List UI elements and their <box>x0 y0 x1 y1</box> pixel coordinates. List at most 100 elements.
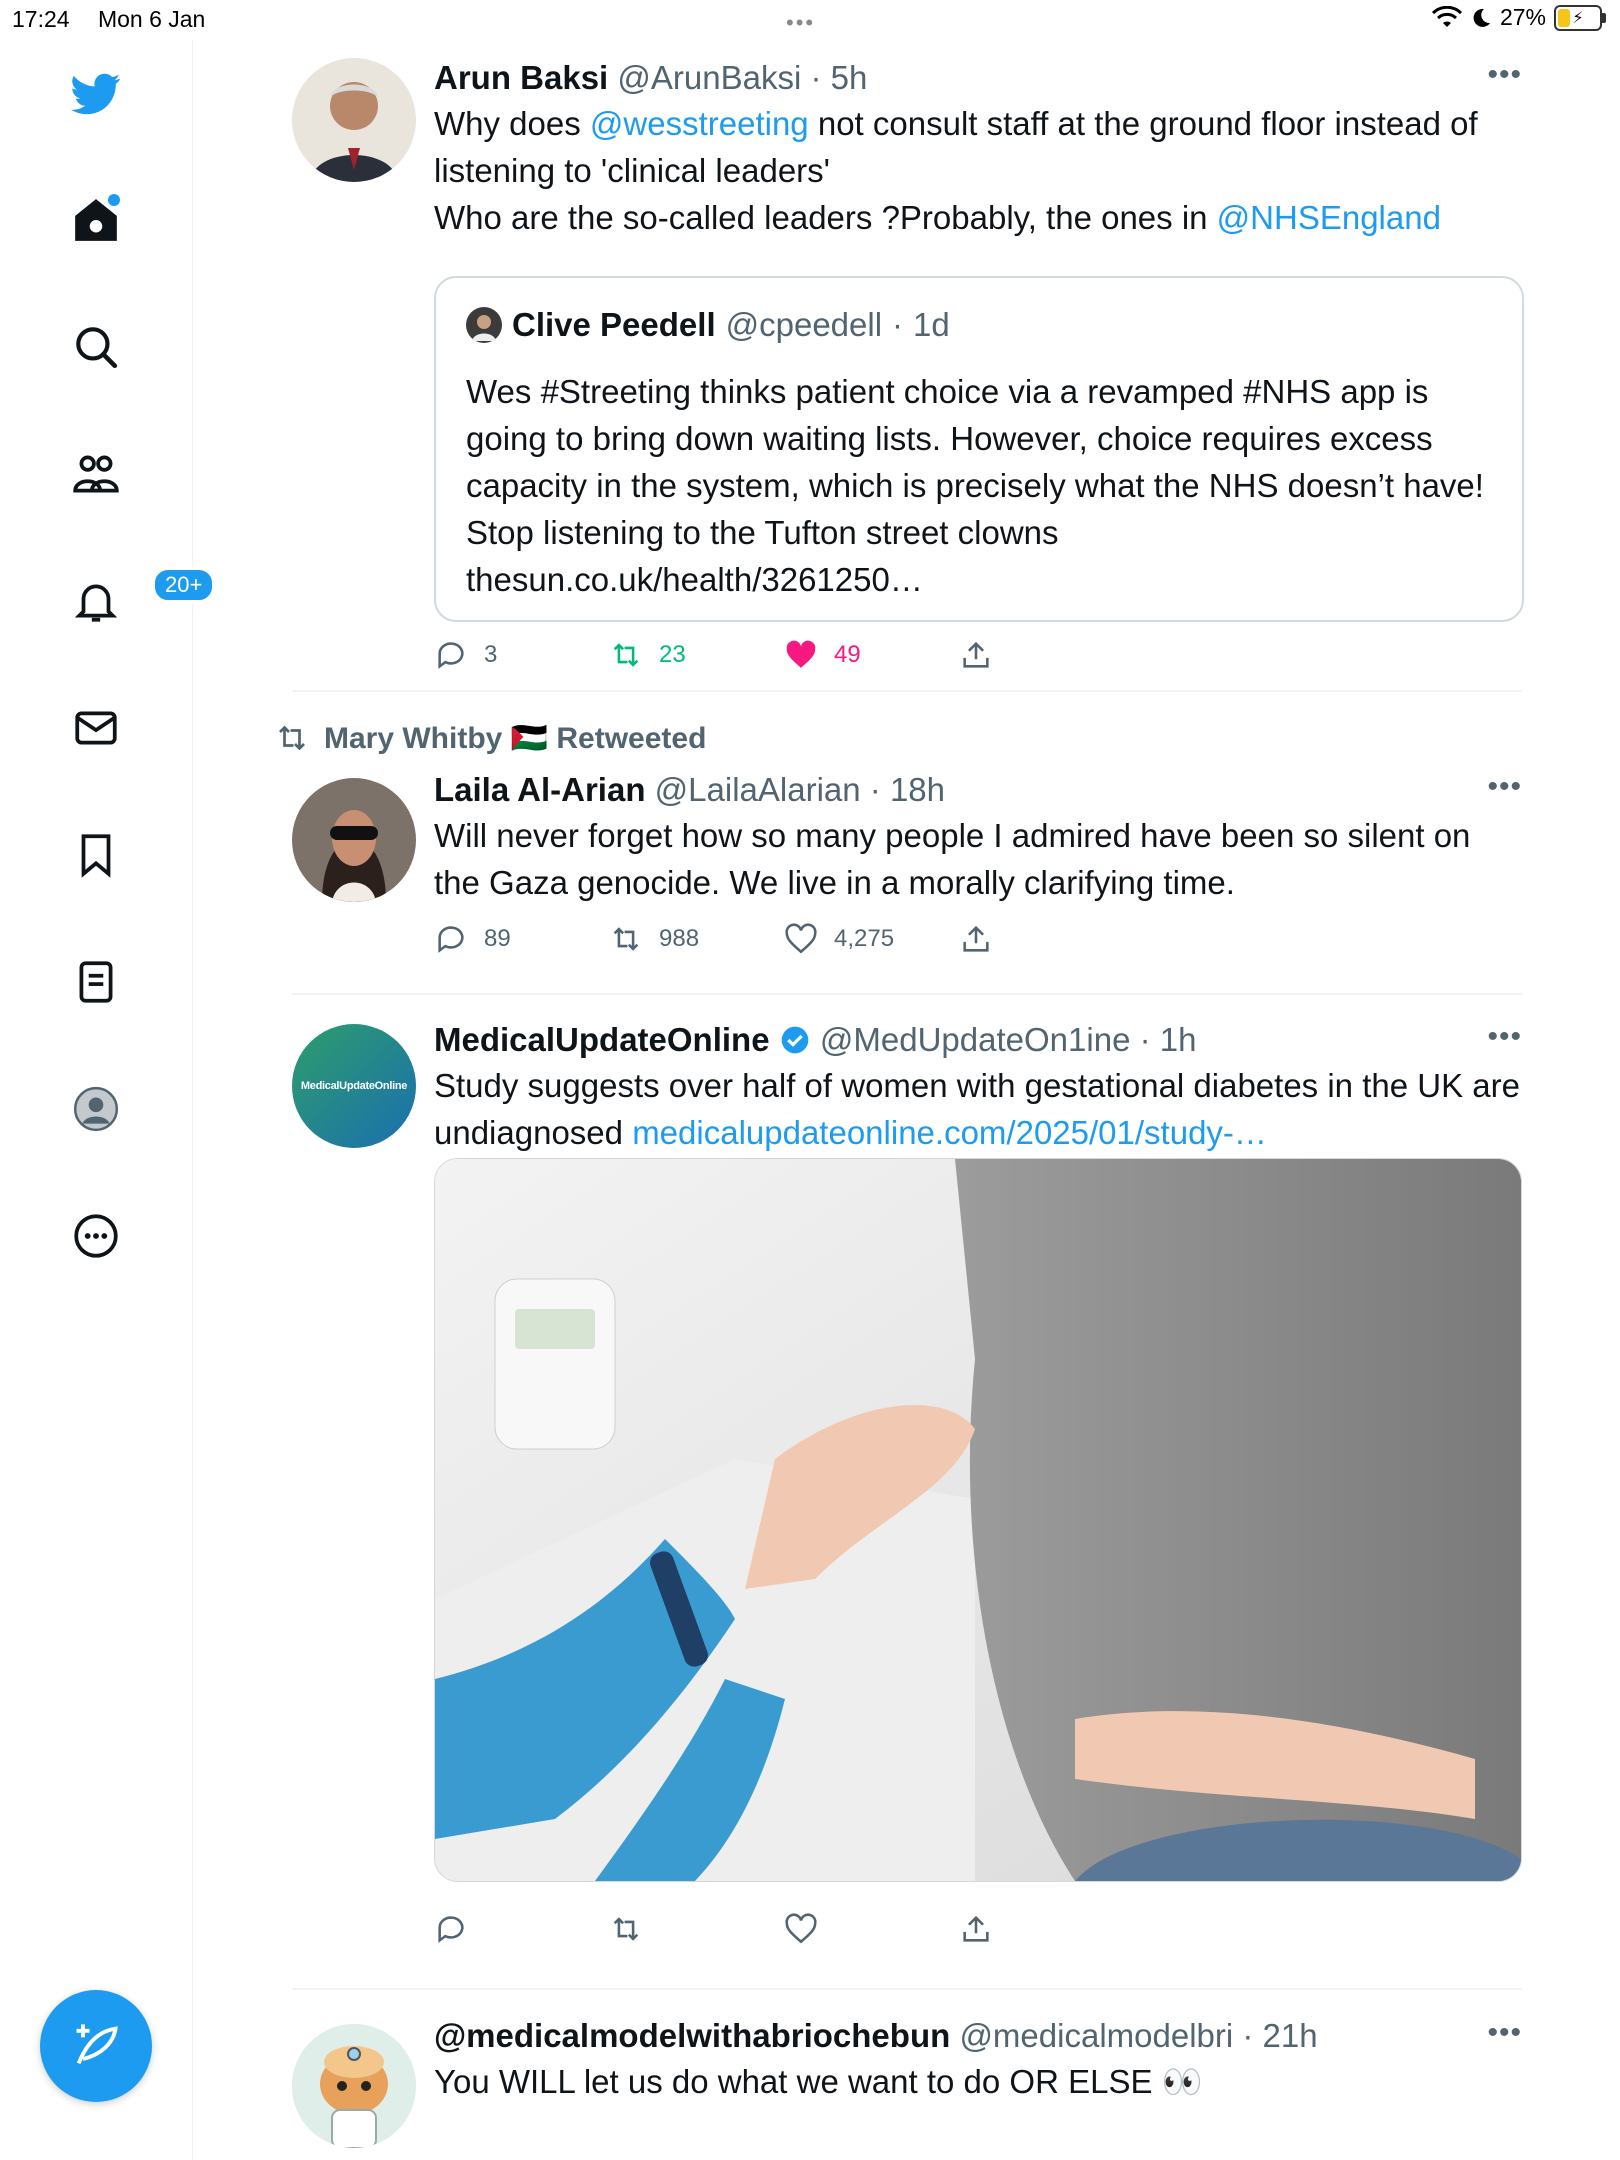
tweet-text: Will never forget how so many people I a… <box>434 817 1471 901</box>
tweet-time[interactable]: 21h <box>1263 2017 1318 2054</box>
reply-button[interactable]: 3 <box>434 638 609 672</box>
share-button[interactable] <box>959 638 1134 672</box>
messages-envelope-icon[interactable] <box>62 694 130 762</box>
author-name[interactable]: MedicalUpdateOnline <box>434 1021 770 1058</box>
home-icon[interactable] <box>62 186 130 254</box>
author-handle[interactable]: @MedUpdateOn1ine <box>820 1021 1131 1058</box>
avatar[interactable] <box>292 2024 416 2148</box>
avatar[interactable] <box>292 58 416 182</box>
reply-icon <box>438 1916 464 1943</box>
bookmarks-icon[interactable] <box>62 821 130 889</box>
tweet-text: Why does @wesstreeting not consult staff… <box>434 100 1522 241</box>
text-segment: Who are the so-called leaders ?Probably,… <box>434 199 1217 236</box>
like-button[interactable]: 4,275 <box>784 922 959 956</box>
like-count: 49 <box>834 641 861 668</box>
share-icon <box>963 925 989 952</box>
status-indicators: 27% ⚡ <box>1431 4 1606 31</box>
status-time: 17:24 <box>12 6 70 32</box>
quote-header: Clive Peedell @cpeedell · 1d <box>466 306 950 344</box>
tweet-card[interactable]: Arun Baksi @ArunBaksi · 5h ••• Why does … <box>292 58 1524 688</box>
reply-button[interactable]: 89 <box>434 922 609 956</box>
lists-icon[interactable] <box>62 948 130 1016</box>
moon-icon <box>1473 8 1490 27</box>
quoted-tweet[interactable]: Clive Peedell @cpeedell · 1d Wes #Streetin… <box>434 276 1524 622</box>
like-count: 4,275 <box>834 925 895 952</box>
tweet-time[interactable]: 1h <box>1160 1021 1197 1058</box>
compose-feather-icon <box>76 2024 118 2065</box>
communities-icon[interactable] <box>62 440 130 508</box>
more-dots-icon[interactable]: ••• <box>1487 58 1522 92</box>
retweet-icon <box>613 927 639 951</box>
status-time-date: 17:24 Mon 6 Jan <box>12 6 227 33</box>
retweeted-context[interactable]: Mary Whitby 🇵🇸 Retweeted <box>274 720 706 756</box>
more-dots-icon[interactable]: ••• <box>1487 2016 1522 2050</box>
author-name[interactable]: @medicalmodelwithabriochebun <box>434 2017 950 2054</box>
tweet-time[interactable]: 5h <box>831 59 868 96</box>
more-options-icon[interactable] <box>62 1202 130 1270</box>
tweet-actions: 3 23 49 <box>434 638 1134 672</box>
twitter-logo-icon[interactable] <box>62 60 130 128</box>
more-dots-icon[interactable]: ••• <box>1487 770 1522 804</box>
avatar[interactable]: MedicalUpdateOnline <box>292 1024 416 1148</box>
author-handle[interactable]: @LailaAlarian <box>655 771 861 808</box>
retweeted-by-text: Mary Whitby 🇵🇸 Retweeted <box>324 721 707 755</box>
tweet-header: MedicalUpdateOnline @MedUpdateOn1ine · 1… <box>434 1021 1197 1058</box>
share-button[interactable] <box>959 1912 1134 1946</box>
avatar-logo-text: MedicalUpdateOnline <box>300 1080 408 1092</box>
share-icon <box>963 1915 989 1942</box>
retweet-count: 23 <box>659 641 686 668</box>
tweet-card[interactable]: @medicalmodelwithabriochebun @medicalmod… <box>292 2016 1522 2160</box>
battery-percent: 27% <box>1499 4 1546 30</box>
profile-avatar-icon[interactable] <box>62 1075 130 1143</box>
reply-icon <box>438 642 464 669</box>
author-handle[interactable]: @medicalmodelbri <box>959 2017 1233 2054</box>
reply-count: 89 <box>484 925 511 952</box>
tweet-card[interactable]: MedicalUpdateOnline MedicalUpdateOnline … <box>292 1020 1522 2000</box>
share-button[interactable] <box>959 922 1134 956</box>
more-dots-icon[interactable]: ••• <box>1487 1020 1522 1054</box>
home-unread-dot <box>108 194 120 206</box>
notifications-bell-icon[interactable]: 20+ <box>62 567 216 635</box>
mention-link[interactable]: @NHSEngland <box>1217 199 1441 236</box>
mention-link[interactable]: @wesstreeting <box>590 105 809 142</box>
quote-author-name: Clive Peedell <box>512 306 716 343</box>
retweet-button[interactable]: 23 <box>609 638 784 672</box>
quote-avatar <box>466 307 502 343</box>
tweet-media-image[interactable] <box>434 1158 1522 1882</box>
text-segment: Why does <box>434 105 590 142</box>
multitask-dots-icon[interactable]: ••• <box>786 10 815 36</box>
author-name[interactable]: Arun Baksi <box>434 59 608 96</box>
tweet-time[interactable]: 18h <box>890 771 945 808</box>
like-button[interactable]: 49 <box>784 638 959 672</box>
divider <box>292 993 1522 995</box>
article-link[interactable]: medicalupdateonline.com/2025/01/study-… <box>632 1114 1267 1151</box>
search-icon[interactable] <box>62 313 130 381</box>
avatar[interactable] <box>292 778 416 902</box>
tweet-header: Laila Al-Arian @LailaAlarian · 18h <box>434 771 946 808</box>
tweet-actions <box>434 1912 1134 1946</box>
quote-text: Wes #Streeting thinks patient choice via… <box>466 373 1484 598</box>
status-date: Mon 6 Jan <box>97 6 206 32</box>
retweet-icon <box>613 1917 639 1941</box>
retweet-button[interactable]: 988 <box>609 922 784 956</box>
wifi-icon <box>1431 5 1462 27</box>
reply-icon <box>438 926 464 953</box>
tweet-header: Arun Baksi @ArunBaksi · 5h <box>434 59 868 96</box>
retweet-icon <box>279 725 305 751</box>
share-icon <box>963 641 989 668</box>
reply-button[interactable] <box>434 1912 609 1946</box>
notifications-badge: 20+ <box>152 567 216 603</box>
like-button[interactable] <box>784 1912 959 1946</box>
author-handle[interactable]: @ArunBaksi <box>617 59 801 96</box>
heart-icon <box>785 1913 817 1944</box>
reply-count: 3 <box>484 641 498 668</box>
author-name[interactable]: Laila Al-Arian <box>434 771 646 808</box>
retweet-button[interactable] <box>609 1912 784 1946</box>
heart-filled-icon <box>786 640 816 668</box>
tweet-card[interactable]: Laila Al-Arian @LailaAlarian · 18h ••• W… <box>292 770 1522 1010</box>
compose-tweet-button[interactable] <box>40 1990 152 2102</box>
tweet-text: You WILL let us do what we want to do OR… <box>434 2063 1203 2100</box>
retweet-icon <box>613 643 639 667</box>
quote-author-handle: @cpeedell <box>725 306 883 343</box>
tweet-text: Study suggests over half of women with g… <box>434 1062 1522 1156</box>
